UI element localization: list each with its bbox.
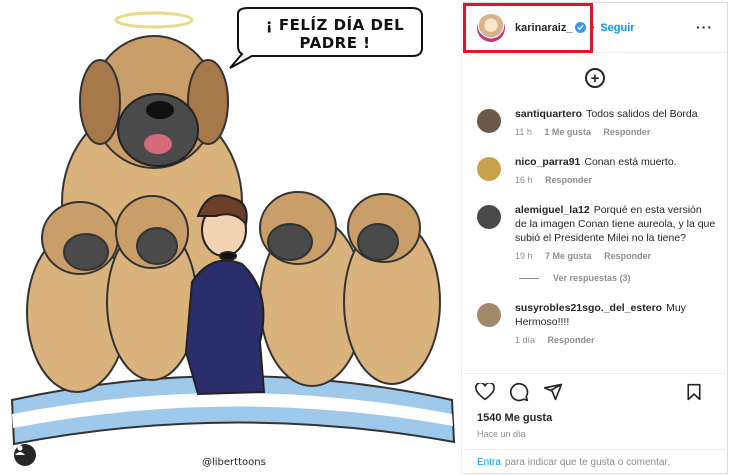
login-link[interactable]: Entra bbox=[477, 457, 501, 468]
view-replies-label[interactable]: Ver respuestas (3) bbox=[553, 273, 631, 283]
add-comment-bar: Entra para indicar que te gusta o coment… bbox=[463, 449, 728, 475]
add-comment-text: para indicar que te gusta o comentar. bbox=[504, 457, 671, 468]
comment-username[interactable]: alemiguel_la12 bbox=[515, 204, 590, 216]
post-image[interactable]: ¡ FELÍZ DÍA DEL PADRE ! @liberttoons bbox=[2, 2, 462, 474]
comments-list: santiquartero Todos salidos del Borda 11 … bbox=[463, 107, 728, 373]
view-replies[interactable]: Ver respuestas (3) bbox=[463, 273, 728, 283]
comment-text: Todos salidos del Borda bbox=[586, 108, 698, 120]
comment-item: nico_parra91 Conan está muerto. 16 h Resp… bbox=[463, 155, 728, 187]
replies-divider bbox=[519, 277, 539, 279]
comment-item: santiquartero Todos salidos del Borda 11 … bbox=[463, 107, 728, 139]
follow-button[interactable]: Seguir bbox=[600, 22, 634, 34]
reply-button[interactable]: Responder bbox=[545, 175, 592, 185]
comment-avatar[interactable] bbox=[477, 109, 501, 133]
reply-button[interactable]: Responder bbox=[603, 127, 650, 137]
comment-likes[interactable]: 7 Me gusta bbox=[545, 251, 592, 261]
comment-username[interactable]: santiquartero bbox=[515, 108, 582, 120]
comment-time: 11 h bbox=[515, 127, 532, 137]
comment-icon[interactable] bbox=[509, 382, 529, 402]
tagged-user-icon[interactable] bbox=[14, 444, 36, 466]
comment-time: 1 día bbox=[515, 335, 536, 345]
comment-avatar[interactable] bbox=[477, 303, 501, 327]
comment-item: alemiguel_la12 Porqué en esta versión de … bbox=[463, 203, 728, 263]
comment-time: 19 h bbox=[515, 251, 533, 261]
post-sidebar: karinaraiz_ • Seguir ··· + santiquartero… bbox=[463, 2, 728, 474]
share-icon[interactable] bbox=[543, 382, 563, 402]
plus-circle-icon[interactable]: + bbox=[585, 68, 605, 88]
post-time[interactable]: Hace un día bbox=[477, 429, 526, 439]
more-horizontal-icon[interactable]: ··· bbox=[696, 19, 713, 35]
comment-text: Conan está muerto. bbox=[584, 156, 677, 168]
highlight-box bbox=[463, 3, 593, 53]
comment-username[interactable]: susyrobles21sgo._del_estero bbox=[515, 302, 662, 314]
action-bar bbox=[463, 373, 728, 409]
bookmark-icon[interactable] bbox=[686, 383, 702, 401]
comment-item: susyrobles21sgo._del_estero Muy Hermoso!!… bbox=[463, 301, 728, 347]
speech-bubble-text: ¡ FELÍZ DÍA DEL PADRE ! bbox=[265, 16, 405, 52]
comment-likes[interactable]: 1 Me gusta bbox=[544, 127, 591, 137]
artist-credit: @liberttoons bbox=[202, 457, 266, 468]
comment-avatar[interactable] bbox=[477, 205, 501, 229]
comment-avatar[interactable] bbox=[477, 157, 501, 181]
reply-button[interactable]: Responder bbox=[548, 335, 595, 345]
likes-count[interactable]: 1540 Me gusta bbox=[477, 412, 552, 424]
illustration bbox=[10, 7, 456, 446]
post-header: karinaraiz_ • Seguir ··· bbox=[463, 3, 727, 53]
comment-time: 16 h bbox=[515, 175, 533, 185]
add-row: + bbox=[463, 53, 727, 103]
reply-button[interactable]: Responder bbox=[604, 251, 651, 261]
comment-username[interactable]: nico_parra91 bbox=[515, 156, 580, 168]
heart-icon[interactable] bbox=[475, 382, 495, 401]
